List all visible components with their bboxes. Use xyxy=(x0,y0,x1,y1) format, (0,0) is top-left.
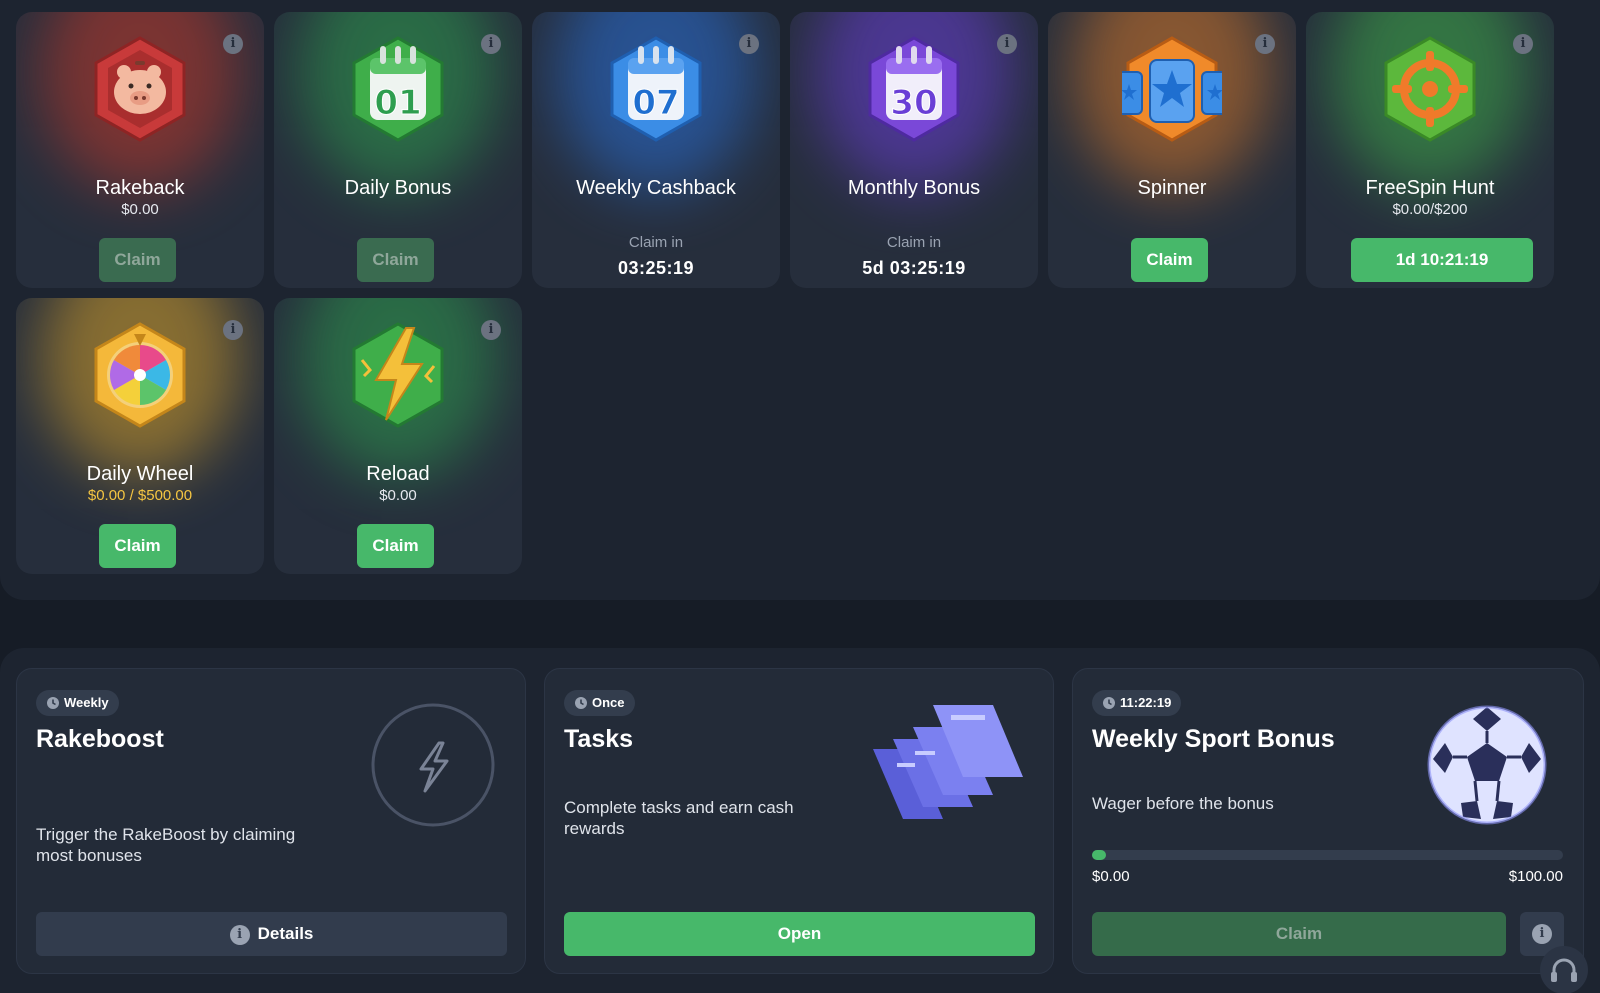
countdown-button[interactable]: 1d 10:21:19 xyxy=(1351,238,1533,282)
claim-button[interactable]: Claim xyxy=(99,238,176,282)
card-title: Daily Bonus xyxy=(344,177,452,199)
clock-icon xyxy=(47,697,59,709)
card-title: Monthly Bonus xyxy=(847,177,981,199)
wager-progress-fill xyxy=(1092,850,1106,860)
calendar-01-icon: 01 xyxy=(348,34,448,146)
progress-min-label: $0.00 xyxy=(1092,868,1130,885)
reward-card-monthly-bonus: i 30 Monthly Bonus Claim in 5d 03:25:19 xyxy=(790,12,1038,288)
claim-button[interactable]: Claim xyxy=(99,524,176,568)
timer-badge: 11:22:19 xyxy=(1092,690,1182,716)
details-label: Details xyxy=(257,924,314,943)
card-title: Daily Wheel xyxy=(86,463,194,485)
clock-icon xyxy=(1103,697,1115,709)
claim-button[interactable]: Claim xyxy=(1131,238,1208,282)
open-button[interactable]: Open xyxy=(564,912,1035,956)
card-amount: $0.00 xyxy=(379,487,417,504)
info-icon[interactable]: i xyxy=(997,34,1017,54)
headset-icon xyxy=(1551,958,1577,982)
reward-card-spinner: i Spinner Claim xyxy=(1048,12,1296,288)
reward-card-reload: i Reload $0.00 Claim xyxy=(274,298,522,574)
bonus-title: Tasks xyxy=(564,725,634,753)
info-icon[interactable]: i xyxy=(739,34,759,54)
info-icon[interactable]: i xyxy=(481,34,501,54)
info-icon[interactable]: i xyxy=(1255,34,1275,54)
timer-label: 11:22:19 xyxy=(1120,695,1172,710)
svg-text:30: 30 xyxy=(890,83,937,123)
claim-button[interactable]: Claim xyxy=(1092,912,1506,956)
card-title: Weekly Cashback xyxy=(576,177,736,199)
progress-max-label: $100.00 xyxy=(1508,868,1563,885)
slot-stars-icon xyxy=(1115,34,1229,146)
info-icon[interactable]: i xyxy=(223,34,243,54)
info-icon[interactable]: i xyxy=(223,320,243,340)
card-progress-amount: $0.00 / $500.00 xyxy=(87,487,193,504)
card-amount: $0.00/$200 xyxy=(1392,201,1468,218)
support-chat-button[interactable] xyxy=(1540,946,1588,993)
bonus-card-weekly-sport: 11:22:19 Weekly Sport Bonus Wager before… xyxy=(1072,668,1584,974)
calendar-30-icon: 30 xyxy=(864,34,964,146)
frequency-badge: Weekly xyxy=(36,690,119,716)
bonus-description: Trigger the RakeBoost by claiming most b… xyxy=(36,825,296,865)
info-icon: i xyxy=(229,924,250,945)
prize-wheel-icon xyxy=(90,320,190,432)
svg-text:01: 01 xyxy=(374,83,421,123)
reward-card-daily-bonus: i 01 Daily Bonus Claim xyxy=(274,12,522,288)
bonus-title: Rakeboost xyxy=(36,725,164,753)
details-button[interactable]: i Details xyxy=(36,912,507,956)
countdown-timer: 5d 03:25:19 xyxy=(862,258,966,278)
claim-in-label: Claim in xyxy=(628,234,684,251)
reward-card-freespin-hunt: i FreeSpin Hunt $0.00/$200 1d 10:21:19 xyxy=(1306,12,1554,288)
frequency-label: Weekly xyxy=(64,695,109,710)
bonus-card-tasks: Once Tasks Complete tasks and earn cash … xyxy=(544,668,1054,974)
card-amount: $0.00 xyxy=(121,201,159,218)
bonus-card-rakeboost: Weekly Rakeboost Trigger the RakeBoost b… xyxy=(16,668,526,974)
bonus-description: Complete tasks and earn cash rewards xyxy=(564,798,794,838)
claim-button[interactable]: Claim xyxy=(357,238,434,282)
calendar-07-icon: 07 xyxy=(606,34,706,146)
card-title: FreeSpin Hunt xyxy=(1365,177,1495,199)
bonus-description: Wager before the bonus xyxy=(1092,794,1274,813)
crosshair-target-icon xyxy=(1380,34,1480,146)
svg-text:07: 07 xyxy=(632,83,679,123)
reward-card-rakeback: i Rakeback $0.00 Claim xyxy=(16,12,264,288)
frequency-label: Once xyxy=(592,695,625,710)
frequency-badge: Once xyxy=(564,690,635,716)
lightning-circle-icon xyxy=(371,703,495,827)
claim-in-label: Claim in xyxy=(886,234,942,251)
wager-progress-bar xyxy=(1092,850,1563,860)
lightning-bolt-icon xyxy=(348,320,448,432)
card-title: Spinner xyxy=(1137,177,1207,199)
stacked-pages-icon xyxy=(873,705,1023,819)
bonus-title: Weekly Sport Bonus xyxy=(1092,725,1335,753)
soccer-ball-icon xyxy=(1427,705,1547,825)
info-icon[interactable]: i xyxy=(481,320,501,340)
info-icon[interactable]: i xyxy=(1513,34,1533,54)
reward-card-daily-wheel: i Daily Wheel $0.00 / $500.00 Claim xyxy=(16,298,264,574)
reward-card-weekly-cashback: i 07 Weekly Cashback Claim in 03:25:19 xyxy=(532,12,780,288)
claim-button[interactable]: Claim xyxy=(357,524,434,568)
clock-icon xyxy=(575,697,587,709)
piggy-bank-icon xyxy=(90,34,190,146)
info-icon: i xyxy=(1532,924,1552,944)
card-title: Rakeback xyxy=(95,177,185,199)
card-title: Reload xyxy=(366,463,430,485)
countdown-timer: 03:25:19 xyxy=(617,258,695,278)
